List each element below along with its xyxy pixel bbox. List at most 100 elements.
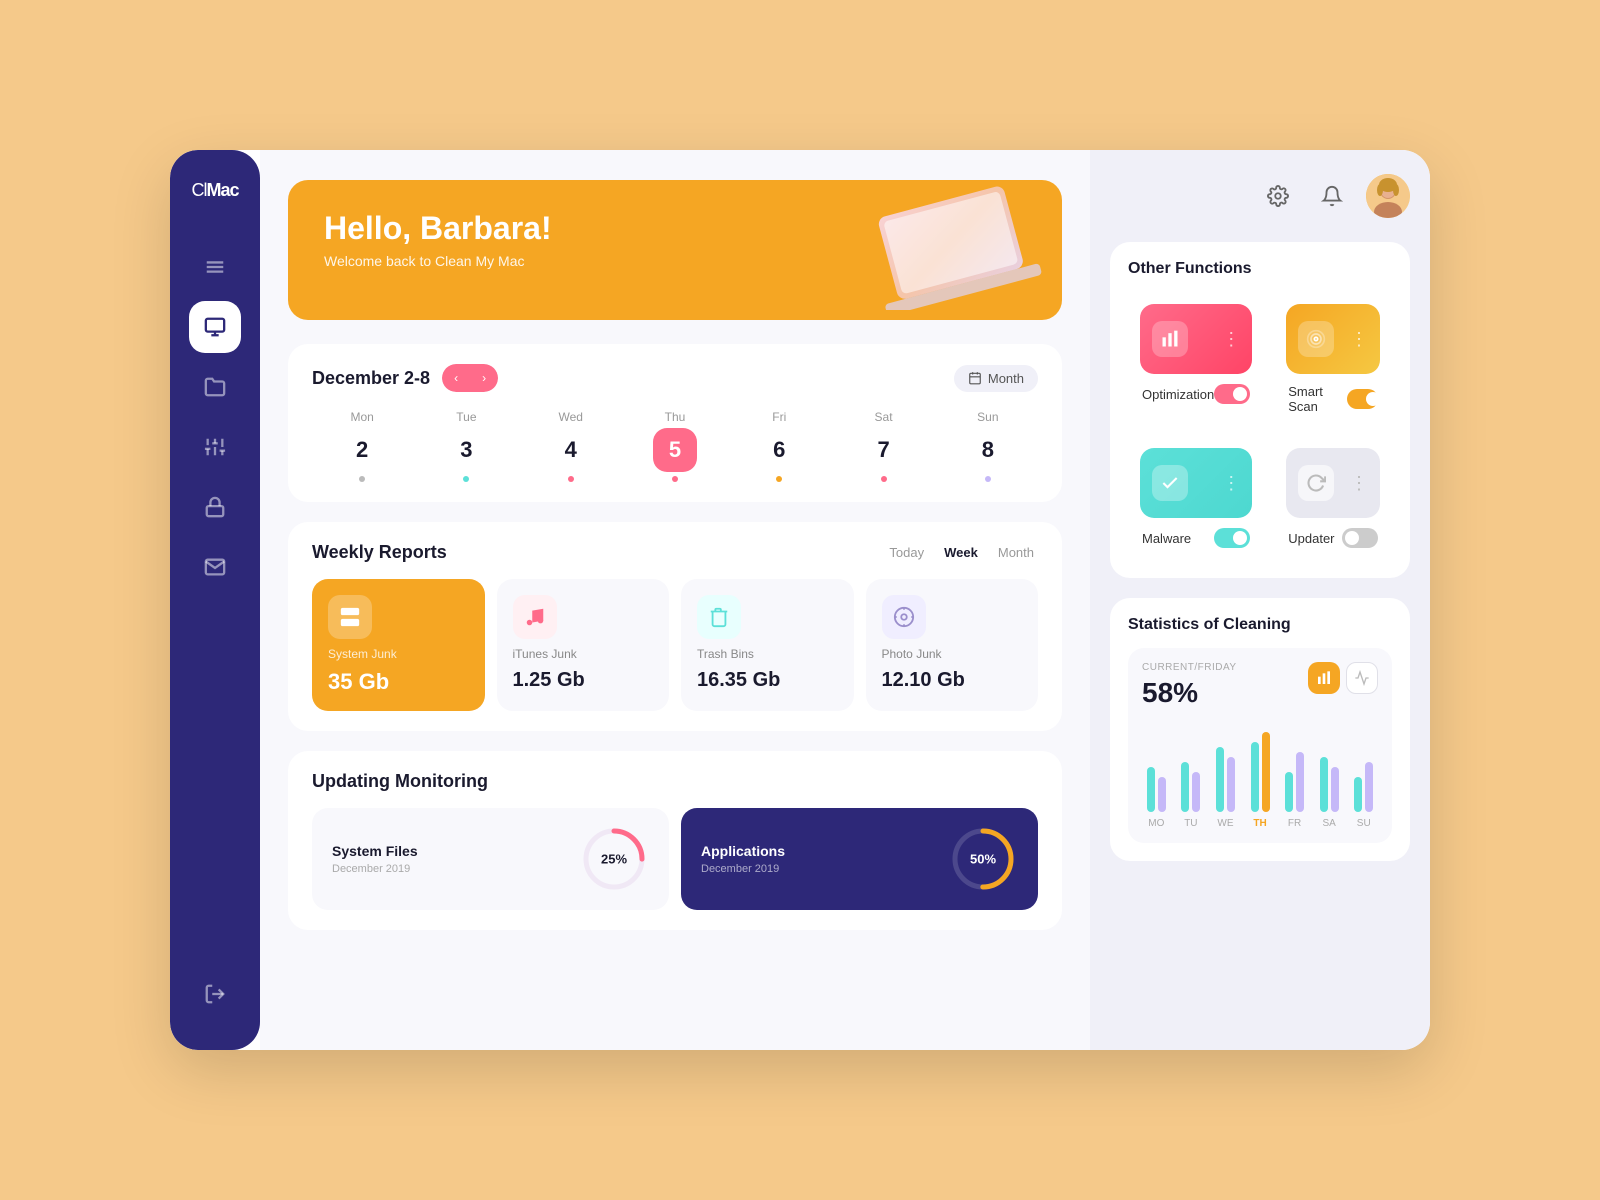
- hero-laptop-illustration: [862, 185, 1042, 310]
- bar-day-fr: FR: [1288, 818, 1301, 829]
- itunes-junk-icon: [513, 595, 557, 639]
- calendar-prev-button[interactable]: ‹: [442, 364, 470, 392]
- stats-icons: [1308, 662, 1378, 694]
- stats-bar-chart-button[interactable]: [1308, 662, 1340, 694]
- applications-progress: 50%: [948, 824, 1018, 894]
- user-avatar[interactable]: [1366, 174, 1410, 218]
- day-num-wed[interactable]: 4: [549, 428, 593, 472]
- settings-button[interactable]: [1258, 176, 1298, 216]
- malware-icon: [1152, 465, 1188, 501]
- function-optimization[interactable]: ⋮ Optimization: [1128, 292, 1264, 426]
- bar-tu-purple: [1192, 772, 1200, 812]
- day-name-sun: Sun: [977, 410, 998, 424]
- smart-scan-icon: [1298, 321, 1334, 357]
- sidebar-logout[interactable]: [189, 968, 241, 1020]
- tab-month[interactable]: Month: [994, 543, 1038, 562]
- day-dot-fri: [776, 476, 782, 482]
- updater-toggle[interactable]: [1342, 528, 1378, 548]
- report-itunes-junk[interactable]: iTunes Junk 1.25 Gb: [497, 579, 670, 711]
- bar-su-cyan: [1354, 777, 1362, 812]
- reports-grid: System Junk 35 Gb iTunes Junk 1.25 Gb: [312, 579, 1038, 711]
- optimization-toggle[interactable]: [1214, 384, 1250, 404]
- report-system-junk[interactable]: System Junk 35 Gb: [312, 579, 485, 711]
- day-num-tue[interactable]: 3: [444, 428, 488, 472]
- itunes-junk-value: 1.25 Gb: [513, 669, 585, 692]
- statistics-section: Statistics of Cleaning CURRENT/FRIDAY 58…: [1110, 598, 1410, 861]
- calendar-navigation: ‹ ›: [442, 364, 498, 392]
- day-num-mon[interactable]: 2: [340, 428, 384, 472]
- report-photo-junk[interactable]: Photo Junk 12.10 Gb: [866, 579, 1039, 711]
- bar-su-purple: [1365, 762, 1373, 812]
- function-updater[interactable]: ⋮ Updater: [1274, 436, 1392, 560]
- sidebar-nav: [170, 241, 260, 968]
- stats-label: CURRENT/FRIDAY: [1142, 662, 1237, 673]
- bar-day-sa: SA: [1323, 818, 1336, 829]
- day-num-thu[interactable]: 5: [653, 428, 697, 472]
- system-files-date: December 2019: [332, 863, 418, 875]
- system-files-percent: 25%: [601, 852, 627, 867]
- bar-fr-purple: [1296, 752, 1304, 812]
- sidebar-item-mail[interactable]: [189, 541, 241, 593]
- tab-today[interactable]: Today: [885, 543, 928, 562]
- photo-junk-icon: [882, 595, 926, 639]
- update-system-files[interactable]: System Files December 2019 25%: [312, 808, 669, 910]
- day-dot-wed: [568, 476, 574, 482]
- calendar-view-label: Month: [988, 371, 1024, 386]
- day-fri: Fri 6: [729, 410, 829, 482]
- applications-percent: 50%: [970, 852, 996, 867]
- calendar-next-button[interactable]: ›: [470, 364, 498, 392]
- optimization-label: Optimization: [1142, 387, 1214, 402]
- calendar-view-toggle[interactable]: Month: [954, 365, 1038, 392]
- day-mon: Mon 2: [312, 410, 412, 482]
- applications-date: December 2019: [701, 863, 785, 875]
- report-trash-bins[interactable]: Trash Bins 16.35 Gb: [681, 579, 854, 711]
- bar-sa-purple: [1331, 767, 1339, 812]
- bar-we-cyan: [1216, 747, 1224, 812]
- tab-week[interactable]: Week: [940, 543, 982, 562]
- stats-line-chart-button[interactable]: [1346, 662, 1378, 694]
- other-functions-section: Other Functions ⋮ Optimization: [1110, 242, 1410, 578]
- smart-scan-label: Smart Scan: [1288, 384, 1347, 414]
- malware-toggle[interactable]: [1214, 528, 1250, 548]
- smart-scan-toggle[interactable]: [1347, 389, 1378, 409]
- day-num-fri[interactable]: 6: [757, 428, 801, 472]
- update-applications[interactable]: Applications December 2019 50%: [681, 808, 1038, 910]
- day-num-sat[interactable]: 7: [862, 428, 906, 472]
- sidebar-item-monitor[interactable]: [189, 301, 241, 353]
- smart-scan-card-inner: ⋮: [1286, 304, 1380, 374]
- day-name-fri: Fri: [772, 410, 786, 424]
- function-smart-scan[interactable]: ⋮ Smart Scan: [1274, 292, 1392, 426]
- app-logo: ClMac: [191, 180, 238, 201]
- malware-menu-icon[interactable]: ⋮: [1222, 473, 1240, 494]
- other-functions-title: Other Functions: [1128, 260, 1392, 278]
- updating-monitoring-section: Updating Monitoring System Files Decembe…: [288, 751, 1062, 930]
- hero-banner: Hello, Barbara! Welcome back to Clean My…: [288, 180, 1062, 320]
- calendar-header: December 2-8 ‹ › Month: [312, 364, 1038, 392]
- logout-button[interactable]: [189, 968, 241, 1020]
- sidebar-item-folder[interactable]: [189, 361, 241, 413]
- notifications-button[interactable]: [1312, 176, 1352, 216]
- sidebar-item-lock[interactable]: [189, 481, 241, 533]
- bar-mo-cyan: [1147, 767, 1155, 812]
- malware-row: Malware: [1140, 528, 1252, 548]
- function-malware[interactable]: ⋮ Malware: [1128, 436, 1264, 560]
- updater-menu-icon[interactable]: ⋮: [1350, 473, 1368, 494]
- bar-group-su: SU: [1349, 727, 1378, 829]
- day-wed: Wed 4: [521, 410, 621, 482]
- weekly-reports-header: Weekly Reports Today Week Month: [312, 542, 1038, 563]
- day-name-mon: Mon: [350, 410, 373, 424]
- day-num-sun[interactable]: 8: [966, 428, 1010, 472]
- calendar-title: December 2-8 ‹ ›: [312, 364, 498, 392]
- optimization-menu-icon[interactable]: ⋮: [1222, 329, 1240, 350]
- calendar-section: December 2-8 ‹ › Month Mon 2: [288, 344, 1062, 502]
- smart-scan-menu-icon[interactable]: ⋮: [1350, 329, 1368, 350]
- bar-day-su: SU: [1357, 818, 1371, 829]
- sidebar-item-sliders[interactable]: [189, 421, 241, 473]
- bar-group-sa: SA: [1315, 727, 1344, 829]
- day-dot-sat: [881, 476, 887, 482]
- weekly-reports-section: Weekly Reports Today Week Month System J…: [288, 522, 1062, 731]
- bar-group-mo: MO: [1142, 727, 1171, 829]
- sidebar: ClMac: [170, 150, 260, 1050]
- bar-day-tu: TU: [1184, 818, 1197, 829]
- sidebar-item-filter[interactable]: [189, 241, 241, 293]
